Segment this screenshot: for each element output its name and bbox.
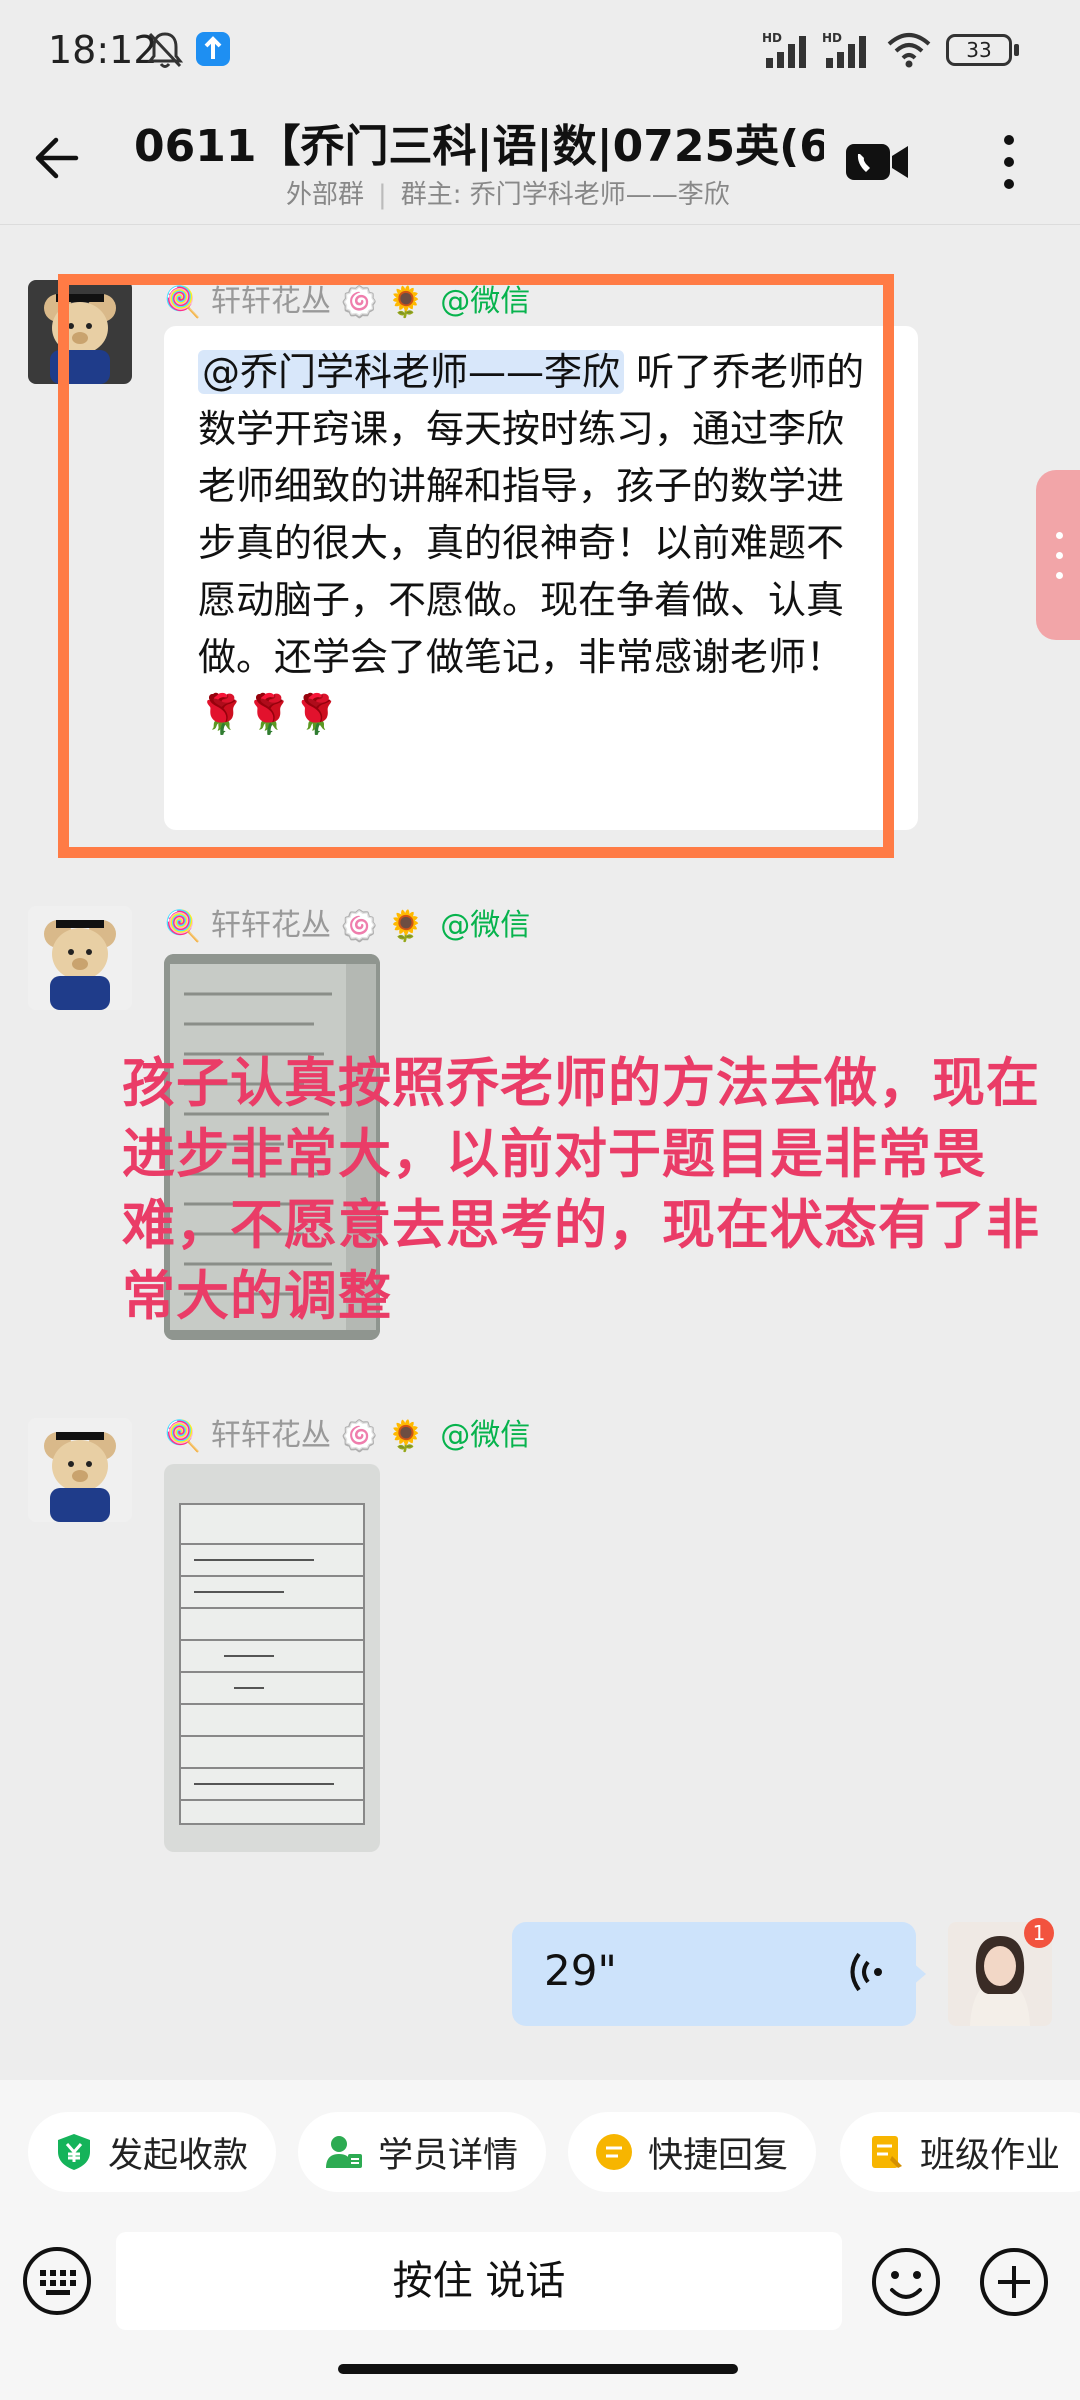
signal-hd-icon: HD — [822, 31, 866, 68]
quick-action-chip[interactable]: 学员详情 — [298, 2112, 546, 2192]
hold-to-talk-button[interactable]: 按住 说话 — [116, 2232, 842, 2330]
video-call-icon[interactable] — [846, 142, 908, 182]
app-notification-icon — [196, 32, 230, 66]
highlight-frame — [58, 274, 894, 858]
group-subtitle: 外部群 | 群主: 乔门学科老师——李欣 — [286, 180, 730, 210]
homework-icon — [872, 2136, 902, 2168]
group-type-label: 外部群 — [286, 180, 365, 210]
sunflower-emoji-icon: 🌻 — [387, 1419, 425, 1454]
sender-name: 轩轩花丛 — [210, 908, 331, 943]
sender-name: 轩轩花丛 — [210, 1418, 331, 1453]
svg-text:HD: HD — [822, 31, 842, 45]
swirl-emoji-icon: 🍥 — [340, 909, 378, 944]
battery-tip — [1014, 44, 1019, 56]
status-bar: 18:12 HD HD 33 — [0, 0, 1080, 100]
quick-action-chip[interactable]: 发起收款 — [28, 2112, 276, 2192]
lollipop-emoji-icon: 🍭 — [164, 909, 202, 944]
svg-text:HD: HD — [762, 31, 782, 45]
plus-icon[interactable] — [978, 2246, 1050, 2318]
voice-duration: 29" — [544, 1946, 617, 1995]
battery-indicator: 33 — [946, 34, 1012, 66]
person-card-icon — [326, 2136, 362, 2168]
wifi-icon — [887, 33, 931, 68]
sender-name-line: 🍭 轩轩花丛 🍥 🌻 @微信 — [164, 900, 530, 944]
quick-reply-icon — [596, 2134, 632, 2170]
bell-muted-icon — [146, 32, 184, 68]
quick-action-label: 班级作业 — [920, 2135, 1061, 2176]
sender-avatar[interactable] — [28, 906, 132, 1010]
quick-action-chip[interactable]: 班级作业 — [840, 2112, 1080, 2192]
group-owner-label: 群主: 乔门学科老师——李欣 — [400, 180, 730, 210]
keyboard-icon[interactable] — [22, 2246, 92, 2316]
back-arrow-icon[interactable] — [30, 128, 90, 188]
quick-action-label: 学员详情 — [378, 2135, 519, 2176]
wechat-source-label: @微信 — [440, 1418, 531, 1453]
quick-action-bar: 发起收款 学员详情 快捷回复 班级作业 — [0, 2080, 1080, 2216]
voice-wave-icon — [850, 1952, 882, 1992]
yuan-shield-icon — [58, 2134, 90, 2170]
voice-bubble-tail — [912, 1962, 926, 1986]
chat-header: 0611【乔门三科|语|数|0725英(6) 外部群 | 群主: 乔门学科老师——李… — [0, 100, 1080, 225]
lollipop-emoji-icon: 🍭 — [164, 1419, 202, 1454]
emoji-icon[interactable] — [870, 2246, 942, 2318]
quick-action-label: 发起收款 — [108, 2135, 249, 2176]
quick-action-label: 快捷回复 — [648, 2135, 789, 2176]
quick-action-chip[interactable]: 快捷回复 — [568, 2112, 816, 2192]
side-floating-tab[interactable] — [1036, 470, 1080, 640]
signal-hd-icon: HD — [762, 31, 806, 68]
wechat-source-label: @微信 — [440, 908, 531, 943]
sunflower-emoji-icon: 🌻 — [387, 909, 425, 944]
more-options-icon[interactable] — [992, 130, 1026, 194]
swirl-emoji-icon: 🍥 — [340, 1419, 378, 1454]
sender-avatar[interactable] — [28, 1418, 132, 1522]
group-title: 0611【乔门三科|语|数|0725英(6) — [134, 121, 824, 172]
home-indicator[interactable] — [338, 2364, 738, 2374]
image-message-thumbnail[interactable] — [164, 1464, 380, 1852]
overlay-caption: 孩子认真按照乔老师的方法去做，现在进步非常大，以前对于题目是非常畏难，不愿意去思… — [122, 1053, 1040, 1327]
sender-name-line: 🍭 轩轩花丛 🍥 🌻 @微信 — [164, 1410, 530, 1454]
status-time: 18:12 — [48, 28, 158, 72]
unread-badge: 1 — [1024, 1918, 1054, 1948]
